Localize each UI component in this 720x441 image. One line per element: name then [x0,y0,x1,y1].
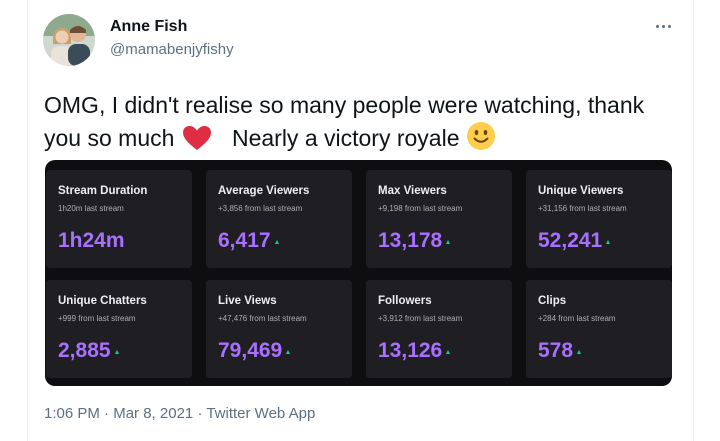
stat-title: Average Viewers [218,185,310,197]
stat-value-wrap: 2,885 [58,339,119,363]
stat-value: 578 [538,339,574,362]
tweet-time-link[interactable]: 1:06 PM [44,405,100,422]
trend-up-icon [286,350,291,354]
stat-value-wrap: 578 [538,339,582,363]
meta-separator: · [197,405,203,422]
stat-title: Clips [538,295,567,307]
more-options-icon[interactable] [651,18,675,34]
stat-tile-clips: Clips +284 from last stream 578 [526,280,672,378]
stat-title: Unique Chatters [58,295,147,307]
stat-value: 52,241 [538,229,603,252]
stat-change: +47,476 from last stream [218,314,307,323]
tweet-date-link[interactable]: Mar 8, 2021 [113,405,193,422]
avatar-photo [43,14,95,66]
smiley-emoji-icon [466,122,495,150]
trend-up-icon [446,240,451,244]
user-name[interactable]: Anne Fish [110,18,187,36]
stat-tile-stream-duration: Stream Duration 1h20m last stream 1h24m [46,170,192,268]
tweet-text-part2: Nearly a victory royale [231,125,460,151]
stat-value: 13,126 [378,339,443,362]
meta-separator: · [104,405,110,422]
trend-up-icon [114,350,119,354]
trend-up-icon [446,350,451,354]
stat-change: +3,912 from last stream [378,314,463,323]
stat-tile-followers: Followers +3,912 from last stream 13,126 [366,280,512,378]
trend-up-icon [606,240,611,244]
stat-tile-live-views: Live Views +47,476 from last stream 79,4… [206,280,352,378]
trend-up-icon [577,350,582,354]
stat-value-wrap: 6,417 [218,229,279,253]
avatar[interactable] [43,14,95,66]
stat-title: Stream Duration [58,185,148,197]
stat-value-wrap: 79,469 [218,339,291,363]
stat-title: Max Viewers [378,185,447,197]
stat-value-wrap: 13,178 [378,229,451,253]
stat-value: 2,885 [58,339,111,362]
stat-title: Followers [378,295,432,307]
stat-title: Live Views [218,295,277,307]
tweet-source-link[interactable]: Twitter Web App [206,405,315,422]
user-handle[interactable]: @mamabenjyfishy [110,41,234,58]
stat-change: +3,856 from last stream [218,204,303,213]
stat-change: 1h20m last stream [58,204,124,213]
stat-change: +9,198 from last stream [378,204,463,213]
stat-change: +31,156 from last stream [538,204,627,213]
stat-change: +284 from last stream [538,314,616,323]
stat-value-wrap: 13,126 [378,339,451,363]
stat-value: 13,178 [378,229,443,252]
stat-value: 1h24m [58,229,125,252]
stream-stats-panel: Stream Duration 1h20m last stream 1h24m … [45,160,672,386]
stat-title: Unique Viewers [538,185,624,197]
stat-tile-unique-chatters: Unique Chatters +999 from last stream 2,… [46,280,192,378]
tweet-meta: 1:06 PM · Mar 8, 2021 · Twitter Web App [44,405,315,422]
stat-value: 79,469 [218,339,283,362]
heart-emoji-icon [182,126,211,150]
stat-value-wrap: 52,241 [538,229,611,253]
tweet-text: OMG, I didn't realise so many people wer… [44,89,684,154]
stat-tile-max-viewers: Max Viewers +9,198 from last stream 13,1… [366,170,512,268]
stat-value: 6,417 [218,229,271,252]
trend-up-icon [274,240,279,244]
stat-tile-unique-viewers: Unique Viewers +31,156 from last stream … [526,170,672,268]
stat-change: +999 from last stream [58,314,136,323]
stat-value-wrap: 1h24m [58,229,125,253]
stat-tile-average-viewers: Average Viewers +3,856 from last stream … [206,170,352,268]
